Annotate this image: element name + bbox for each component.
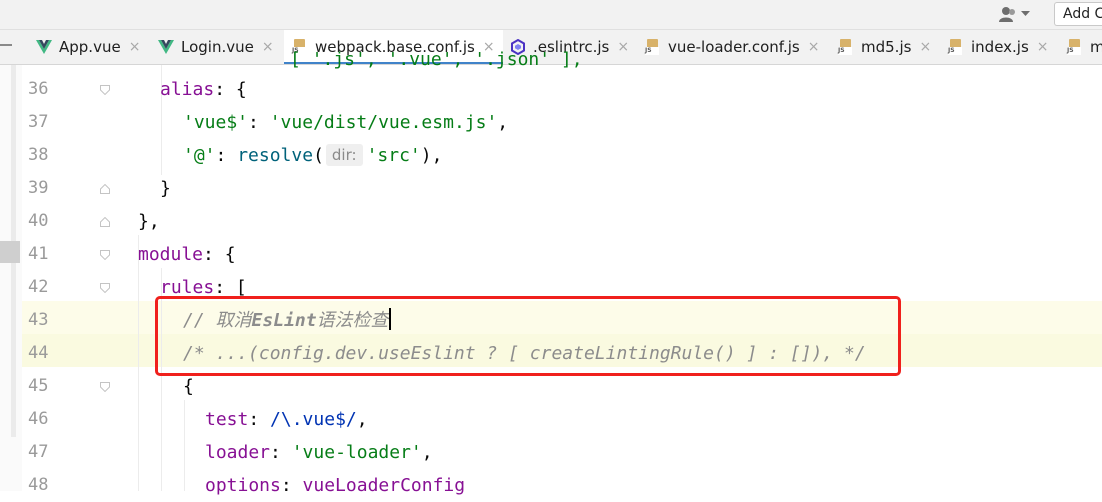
tab-label: vue-loader.conf.js (668, 38, 800, 56)
user-menu-button[interactable] (998, 4, 1032, 24)
code-identifier: vueLoaderConfig (302, 475, 466, 496)
close-icon[interactable]: × (919, 39, 931, 55)
close-icon[interactable]: × (262, 39, 274, 55)
fold-collapse-icon[interactable] (100, 283, 110, 293)
code-punct: , (497, 112, 509, 133)
code-line-39: } (160, 178, 171, 199)
indent-guide (184, 400, 185, 491)
line-number: 45 (28, 376, 49, 396)
tab-login-vue[interactable]: Login.vue × (158, 30, 274, 64)
line-number: 41 (28, 244, 49, 264)
line-number: 43 (28, 310, 49, 330)
code-punct: : (248, 112, 270, 133)
line-number: 40 (28, 211, 49, 231)
top-toolbar: Add C (0, 0, 1102, 30)
code-line-cut: [ '.js', '.vue', '.json' ], (290, 49, 583, 70)
code-key: module (138, 244, 204, 265)
line-number: 36 (28, 79, 49, 99)
tab-label: index.js (971, 38, 1029, 56)
close-icon[interactable]: × (808, 39, 820, 55)
add-configuration-button[interactable]: Add C (1054, 2, 1102, 26)
close-icon[interactable]: × (617, 39, 629, 55)
line-number: 44 (28, 343, 49, 363)
code-string: 'vue/dist/vue.esm.js' (269, 112, 498, 133)
code-key: test (205, 409, 249, 430)
scroll-marker[interactable] (0, 241, 20, 263)
line-number: 47 (28, 442, 49, 462)
code-punct: , (356, 409, 368, 430)
code-key: loader (205, 442, 271, 463)
js-file-icon: JS (645, 39, 661, 55)
chevron-down-icon (1021, 11, 1030, 16)
code-area[interactable]: [ '.js', '.vue', '.json' ], alias: { 'vu… (130, 49, 1102, 496)
code-punct: : { (214, 79, 247, 100)
js-file-icon: JS (838, 39, 854, 55)
fold-collapse-icon[interactable] (100, 250, 110, 260)
fold-collapse-icon[interactable] (100, 382, 110, 392)
tab-overflow-partial[interactable]: JS m (1067, 30, 1102, 64)
code-line-46: test: /\.vue$/, (205, 403, 368, 436)
code-string: 'vue-loader' (291, 442, 422, 463)
parameter-hint: dir: (325, 144, 363, 166)
code-punct: ( (313, 145, 324, 166)
line-number: 42 (28, 277, 49, 297)
fold-end-icon[interactable] (100, 184, 110, 194)
js-file-icon: JS (1067, 39, 1083, 55)
line-number: 37 (28, 112, 49, 132)
code-string: 'vue$' (183, 112, 249, 133)
tab-index[interactable]: JS index.js × (948, 30, 1049, 64)
code-key: alias (160, 79, 215, 100)
code-punct: : (270, 442, 292, 463)
code-function: resolve (237, 145, 314, 166)
tab-label: App.vue (59, 38, 121, 56)
fold-end-icon[interactable] (100, 217, 110, 227)
code-string: '@' (183, 145, 216, 166)
tab-app-vue[interactable]: App.vue × (36, 30, 140, 64)
line-number: 48 (28, 475, 49, 495)
code-line-41: module: { (138, 238, 236, 271)
line-number: 38 (28, 145, 49, 165)
code-line-37: 'vue$': 'vue/dist/vue.esm.js', (183, 106, 508, 139)
close-icon[interactable]: × (129, 39, 141, 55)
vue-icon (36, 40, 52, 54)
tabs-overflow-icon[interactable] (0, 44, 12, 46)
tab-label: m (1090, 38, 1102, 56)
code-line-36: alias: { (160, 73, 247, 106)
code-punct: : (248, 409, 271, 430)
indent-guide (138, 235, 139, 491)
code-punct: : [ (214, 277, 247, 298)
code-punct: , (421, 442, 433, 463)
code-line-47: loader: 'vue-loader', (205, 436, 433, 469)
code-editor[interactable]: 36 37 38 39 40 41 42 43 44 45 46 47 48 [… (0, 49, 1102, 496)
line-number: 39 (28, 178, 49, 198)
code-regex: /\.vue$/ (270, 409, 357, 430)
user-icon (999, 7, 1015, 22)
tab-vue-loader-conf[interactable]: JS vue-loader.conf.js × (645, 30, 819, 64)
code-line-38: '@': resolve(dir:'src'), (183, 139, 442, 172)
code-string: 'src' (366, 145, 421, 166)
code-punct: ), (420, 145, 443, 166)
code-line-40: }, (138, 211, 160, 232)
fold-collapse-icon[interactable] (100, 85, 110, 95)
code-line-48: options: vueLoaderConfig (205, 469, 465, 502)
code-punct: : (215, 145, 238, 166)
code-punct: : (280, 475, 303, 496)
highlight-annotation-box (155, 296, 901, 376)
line-number: 46 (28, 409, 49, 429)
close-icon[interactable]: × (1037, 39, 1049, 55)
tab-label: md5.js (861, 38, 912, 56)
tab-label: Login.vue (181, 38, 254, 56)
tab-md5[interactable]: JS md5.js × (838, 30, 931, 64)
code-punct: : { (203, 244, 236, 265)
vue-icon (158, 40, 174, 54)
code-key: rules (160, 277, 215, 298)
js-file-icon: JS (948, 39, 964, 55)
code-key: options (205, 475, 281, 496)
